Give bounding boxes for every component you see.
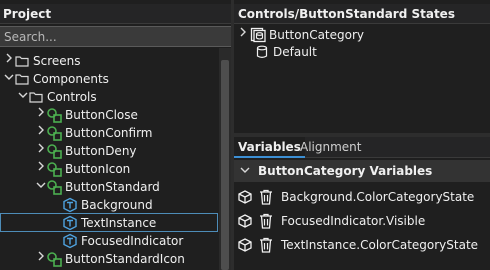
project-panel-title: Project xyxy=(0,4,231,24)
tree-item-label: ButtonClose xyxy=(65,108,138,122)
chevron-right-icon[interactable] xyxy=(36,142,46,160)
variables-category-title: ButtonCategory Variables xyxy=(258,164,433,178)
variable-row: Background.ColorCategoryState xyxy=(234,184,490,209)
state-item-label: Default xyxy=(273,45,317,59)
tab-variables[interactable]: Variables xyxy=(234,137,305,158)
chevron-right-icon[interactable] xyxy=(36,124,46,142)
chevron-right-icon[interactable] xyxy=(36,106,46,124)
component-icon xyxy=(46,125,62,141)
instance-icon xyxy=(62,233,78,249)
variable-row: FocusedIndicator.Visible xyxy=(234,208,490,233)
tree-item-controls[interactable]: Controls xyxy=(18,88,97,106)
cube-icon[interactable] xyxy=(237,237,253,253)
tree-item-buttonclose[interactable]: ButtonClose xyxy=(36,106,138,124)
tree-item-screens[interactable]: Screens xyxy=(4,52,81,70)
tree-item-label: Screens xyxy=(33,54,81,68)
tree-item-label: ButtonStandardIcon xyxy=(65,252,185,266)
tree-item-label: ButtonStandard xyxy=(65,180,160,194)
tree-item-label: Background xyxy=(81,198,153,212)
project-panel: Project Screens Components xyxy=(0,0,231,270)
states-panel: Controls/ButtonStandard States ButtonCat… xyxy=(234,0,490,133)
tab-alignment[interactable]: Alignment xyxy=(296,137,365,158)
tree-item-focusedindicator[interactable]: FocusedIndicator xyxy=(62,232,183,250)
component-icon xyxy=(46,179,62,195)
component-icon xyxy=(46,251,62,267)
tree-item-textinstance[interactable]: TextInstance xyxy=(0,213,218,232)
search-input[interactable] xyxy=(0,27,231,46)
component-icon xyxy=(46,161,62,177)
chevron-right-icon[interactable] xyxy=(36,160,46,178)
trash-icon[interactable] xyxy=(258,237,274,253)
tree-item-buttondeny[interactable]: ButtonDeny xyxy=(36,142,137,160)
state-category-label: ButtonCategory xyxy=(269,28,365,42)
cube-icon[interactable] xyxy=(237,213,253,229)
trash-icon[interactable] xyxy=(258,189,274,205)
variables-tabbar: Variables Alignment xyxy=(234,137,490,158)
folder-icon xyxy=(14,71,30,87)
tree-item-label: ButtonIcon xyxy=(65,162,131,176)
vertical-scrollbar[interactable] xyxy=(219,48,231,270)
tree-item-buttonconfirm[interactable]: ButtonConfirm xyxy=(36,124,153,142)
chevron-right-icon[interactable] xyxy=(36,250,46,268)
tree-item-label: Controls xyxy=(47,90,97,104)
state-item-default[interactable]: Default xyxy=(254,43,317,61)
chevron-down-icon[interactable] xyxy=(238,166,252,177)
trash-icon[interactable] xyxy=(258,213,274,229)
tree-item-label: Components xyxy=(33,72,109,86)
variable-row: TextInstance.ColorCategoryState xyxy=(234,232,490,257)
folder-icon xyxy=(14,53,30,69)
tree-item-label: ButtonDeny xyxy=(65,144,137,158)
variables-panel: Variables Alignment ButtonCategory Varia… xyxy=(234,137,490,270)
tree-item-buttonstandard[interactable]: ButtonStandard xyxy=(36,178,160,196)
cube-icon[interactable] xyxy=(237,189,253,205)
states-panel-title: Controls/ButtonStandard States xyxy=(234,4,490,24)
chevron-down-icon[interactable] xyxy=(4,70,14,88)
tree-item-buttonstandardicon[interactable]: ButtonStandardIcon xyxy=(36,250,185,268)
chevron-right-icon[interactable] xyxy=(4,52,14,70)
variable-name: TextInstance.ColorCategoryState xyxy=(281,237,479,252)
variables-category-header[interactable]: ButtonCategory Variables xyxy=(234,160,490,182)
tree-item-buttonicon[interactable]: ButtonIcon xyxy=(36,160,130,178)
tree-item-label: TextInstance xyxy=(81,215,157,230)
instance-icon xyxy=(62,215,78,231)
component-icon xyxy=(46,107,62,123)
variable-name: Background.ColorCategoryState xyxy=(281,189,475,204)
tree-item-background[interactable]: Background xyxy=(62,196,153,214)
instance-icon xyxy=(62,197,78,213)
chevron-right-icon[interactable] xyxy=(238,26,248,44)
tree-item-components[interactable]: Components xyxy=(4,70,109,88)
tree-item-label: FocusedIndicator xyxy=(81,234,184,248)
state-icon xyxy=(254,44,270,60)
component-icon xyxy=(46,143,62,159)
scrollbar-thumb[interactable] xyxy=(221,60,229,270)
variable-name: FocusedIndicator.Visible xyxy=(281,213,426,228)
category-icon xyxy=(250,27,266,43)
search-field-wrapper xyxy=(0,26,231,47)
tree-item-label: ButtonConfirm xyxy=(65,126,153,140)
chevron-down-icon[interactable] xyxy=(36,178,46,196)
folder-icon xyxy=(28,89,44,105)
chevron-down-icon[interactable] xyxy=(18,88,28,106)
state-category-buttoncategory[interactable]: ButtonCategory xyxy=(238,26,364,44)
